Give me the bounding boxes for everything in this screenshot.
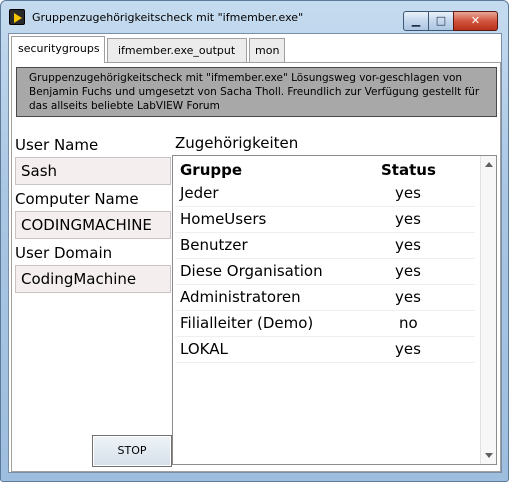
table-row[interactable]: Jeder yes [175,181,475,207]
group-cell: Jeder [180,184,219,202]
groups-listbox[interactable]: Gruppe Status Jeder yes HomeUsers yes Be… [172,155,497,465]
table-row[interactable]: Filialleiter (Demo) no [175,311,475,337]
table-row[interactable]: HomeUsers yes [175,207,475,233]
client-area: securitygroups ifmember.exe_output mon G… [8,33,502,473]
user-domain-field[interactable]: CodingMachine [15,265,171,293]
group-cell: HomeUsers [180,210,267,228]
status-cell: yes [395,288,421,306]
maximize-button[interactable]: □ [428,11,454,31]
user-name-label: User Name [15,136,99,154]
table-row[interactable]: LOKAL yes [175,337,475,363]
status-cell: yes [395,340,421,358]
header-group: Gruppe [180,161,243,179]
tab-panel-securitygroups: Gruppenzugehörigkeitscheck mit "ifmember… [11,62,501,472]
tab-ifmember-output[interactable]: ifmember.exe_output [107,38,247,62]
group-cell: LOKAL [180,340,228,358]
list-header: Gruppe Status [173,156,480,180]
window-title: Gruppenzugehörigkeitscheck mit "ifmember… [32,11,304,24]
title-bar[interactable]: Gruppenzugehörigkeitscheck mit "ifmember… [1,1,508,33]
computer-name-field[interactable]: CODINGMACHINE [15,211,171,239]
group-cell: Administratoren [180,288,301,306]
close-button[interactable]: ✕ [453,11,498,31]
group-cell: Diese Organisation [180,262,323,280]
status-cell: yes [395,262,421,280]
info-text-box: Gruppenzugehörigkeitscheck mit "ifmember… [16,67,497,117]
tab-mon[interactable]: mon [249,38,285,62]
application-window: Gruppenzugehörigkeitscheck mit "ifmember… [0,0,509,482]
groups-label: Zugehörigkeiten [175,134,299,152]
status-cell: yes [395,210,421,228]
scroll-up-arrow-icon[interactable] [485,162,493,167]
minimize-button[interactable]: ▁ [403,11,429,31]
scroll-down-arrow-icon[interactable] [485,453,493,458]
group-cell: Benutzer [180,236,248,254]
computer-name-label: Computer Name [15,190,139,208]
vertical-scrollbar[interactable] [480,156,496,464]
table-row[interactable]: Benutzer yes [175,233,475,259]
user-domain-label: User Domain [15,244,113,262]
status-cell: no [399,314,418,332]
table-row[interactable]: Administratoren yes [175,285,475,311]
status-cell: yes [395,184,421,202]
user-name-field[interactable]: Sash [15,157,171,185]
table-row[interactable]: Diese Organisation yes [175,259,475,285]
stop-button[interactable]: STOP [92,435,172,467]
group-cell: Filialleiter (Demo) [180,314,314,332]
status-cell: yes [395,236,421,254]
tab-bar: securitygroups ifmember.exe_output mon [11,36,501,63]
tab-securitygroups[interactable]: securitygroups [11,36,105,63]
header-status: Status [381,161,436,179]
labview-run-icon [9,9,25,25]
